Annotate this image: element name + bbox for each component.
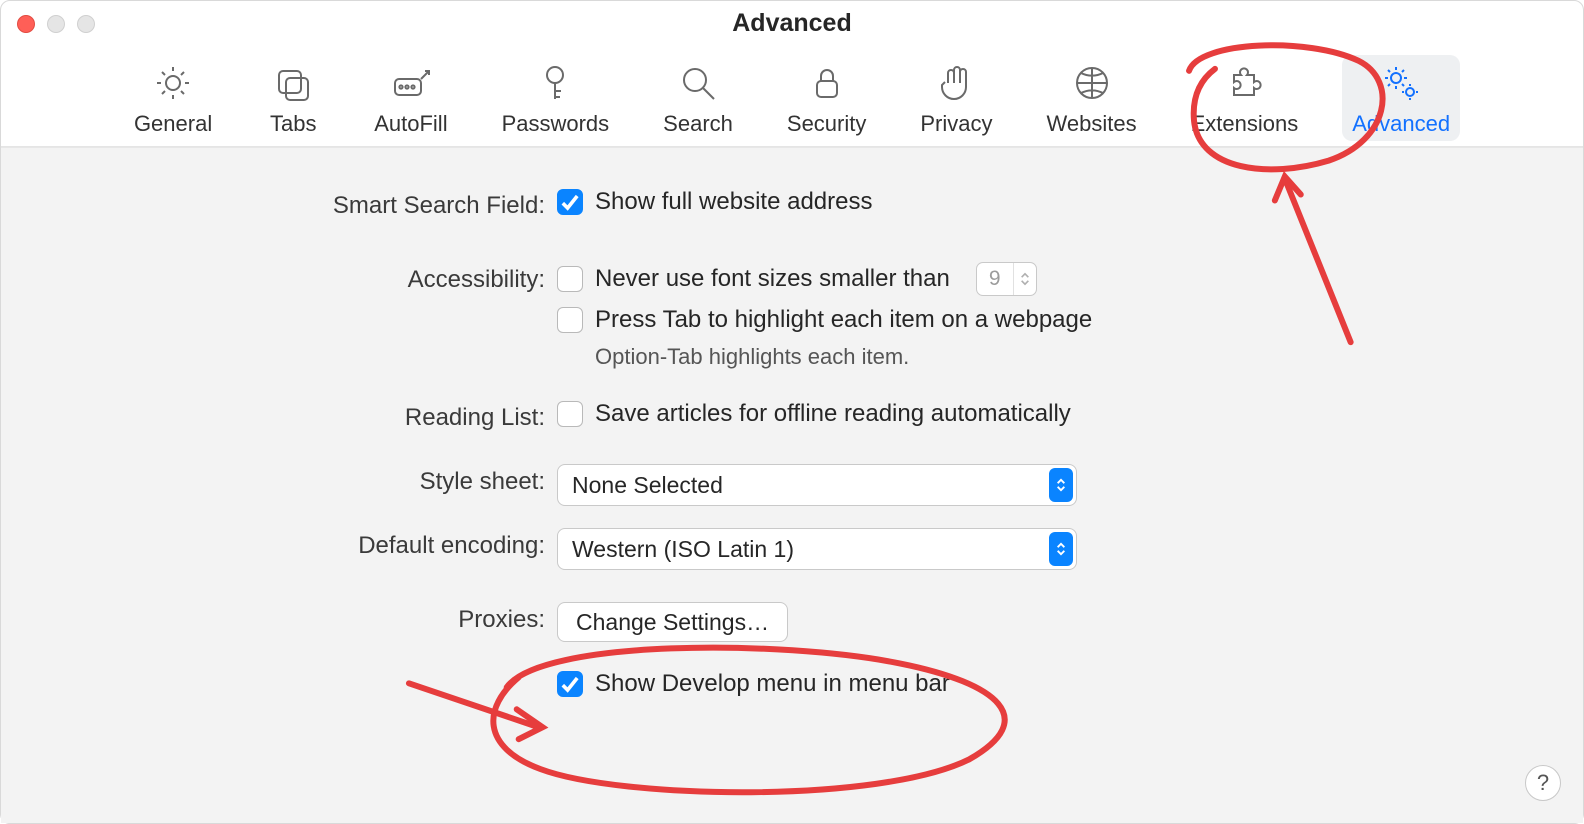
smart-search-label: Smart Search Field: [1, 188, 557, 220]
tab-label: Security [787, 111, 866, 137]
hand-icon [934, 61, 978, 105]
default-encoding-select[interactable]: Western (ISO Latin 1) [557, 528, 1077, 570]
tab-security[interactable]: Security [777, 55, 876, 141]
checkbox-label: Press Tab to highlight each item on a we… [595, 306, 1092, 334]
tab-search[interactable]: Search [653, 55, 743, 141]
checkbox-unchecked-icon [557, 307, 583, 333]
style-sheet-label: Style sheet: [1, 464, 557, 496]
stepper-value: 9 [977, 263, 1014, 295]
tab-tabs[interactable]: Tabs [256, 55, 330, 141]
checkbox-checked-icon [557, 189, 583, 215]
save-offline-checkbox[interactable]: Save articles for offline reading automa… [557, 400, 1071, 428]
default-encoding-label: Default encoding: [1, 528, 557, 560]
checkbox-checked-icon [557, 671, 583, 697]
select-value: None Selected [572, 472, 723, 499]
help-button[interactable]: ? [1525, 765, 1561, 801]
select-value: Western (ISO Latin 1) [572, 536, 794, 563]
tab-label: Passwords [502, 111, 610, 137]
blank-label [1, 670, 557, 674]
checkbox-unchecked-icon [557, 266, 583, 292]
select-arrows-icon [1049, 468, 1073, 502]
min-font-size-stepper[interactable]: 9 [976, 262, 1037, 296]
checkbox-label: Show Develop menu in menu bar [595, 670, 950, 698]
tab-label: AutoFill [374, 111, 447, 137]
checkbox-unchecked-icon [557, 401, 583, 427]
accessibility-hint: Option-Tab highlights each item. [595, 344, 909, 370]
checkbox-label: Show full website address [595, 188, 872, 216]
gear-icon [151, 61, 195, 105]
lock-icon [805, 61, 849, 105]
tab-extensions[interactable]: Extensions [1181, 55, 1309, 141]
show-develop-menu-checkbox[interactable]: Show Develop menu in menu bar [557, 670, 950, 698]
tab-label: General [134, 111, 212, 137]
tab-advanced[interactable]: Advanced [1342, 55, 1460, 141]
accessibility-label: Accessibility: [1, 262, 557, 294]
globe-icon [1070, 61, 1114, 105]
tab-label: Websites [1047, 111, 1137, 137]
checkbox-label: Save articles for offline reading automa… [595, 400, 1071, 428]
tab-label: Advanced [1352, 111, 1450, 137]
tab-general[interactable]: General [124, 55, 222, 141]
advanced-settings-panel: Smart Search Field: Show full website ad… [1, 147, 1583, 823]
stepper-arrows-icon [1014, 272, 1036, 286]
help-label: ? [1537, 770, 1549, 796]
tab-label: Privacy [920, 111, 992, 137]
tab-label: Search [663, 111, 733, 137]
tab-passwords[interactable]: Passwords [492, 55, 620, 141]
style-sheet-select[interactable]: None Selected [557, 464, 1077, 506]
proxies-label: Proxies: [1, 602, 557, 634]
key-icon [533, 61, 577, 105]
gears-icon [1379, 61, 1423, 105]
tab-highlight-checkbox[interactable]: Press Tab to highlight each item on a we… [557, 306, 1092, 334]
search-icon [676, 61, 720, 105]
tab-label: Extensions [1191, 111, 1299, 137]
button-label: Change Settings… [576, 609, 769, 636]
tab-autofill[interactable]: AutoFill [364, 55, 457, 141]
tab-websites[interactable]: Websites [1037, 55, 1147, 141]
puzzle-icon [1222, 61, 1266, 105]
preferences-toolbar: General Tabs AutoFill Passwords [1, 49, 1583, 147]
show-full-address-checkbox[interactable]: Show full website address [557, 188, 872, 216]
checkbox-label: Never use font sizes smaller than [595, 265, 950, 293]
reading-list-label: Reading List: [1, 400, 557, 432]
min-font-size-checkbox[interactable]: Never use font sizes smaller than 9 [557, 262, 1092, 296]
autofill-icon [389, 61, 433, 105]
preferences-window: Advanced General Tabs AutoFill [0, 0, 1584, 824]
tab-privacy[interactable]: Privacy [910, 55, 1002, 141]
window-title: Advanced [1, 9, 1583, 38]
tab-label: Tabs [270, 111, 316, 137]
select-arrows-icon [1049, 532, 1073, 566]
tabs-icon [271, 61, 315, 105]
change-proxy-settings-button[interactable]: Change Settings… [557, 602, 788, 642]
